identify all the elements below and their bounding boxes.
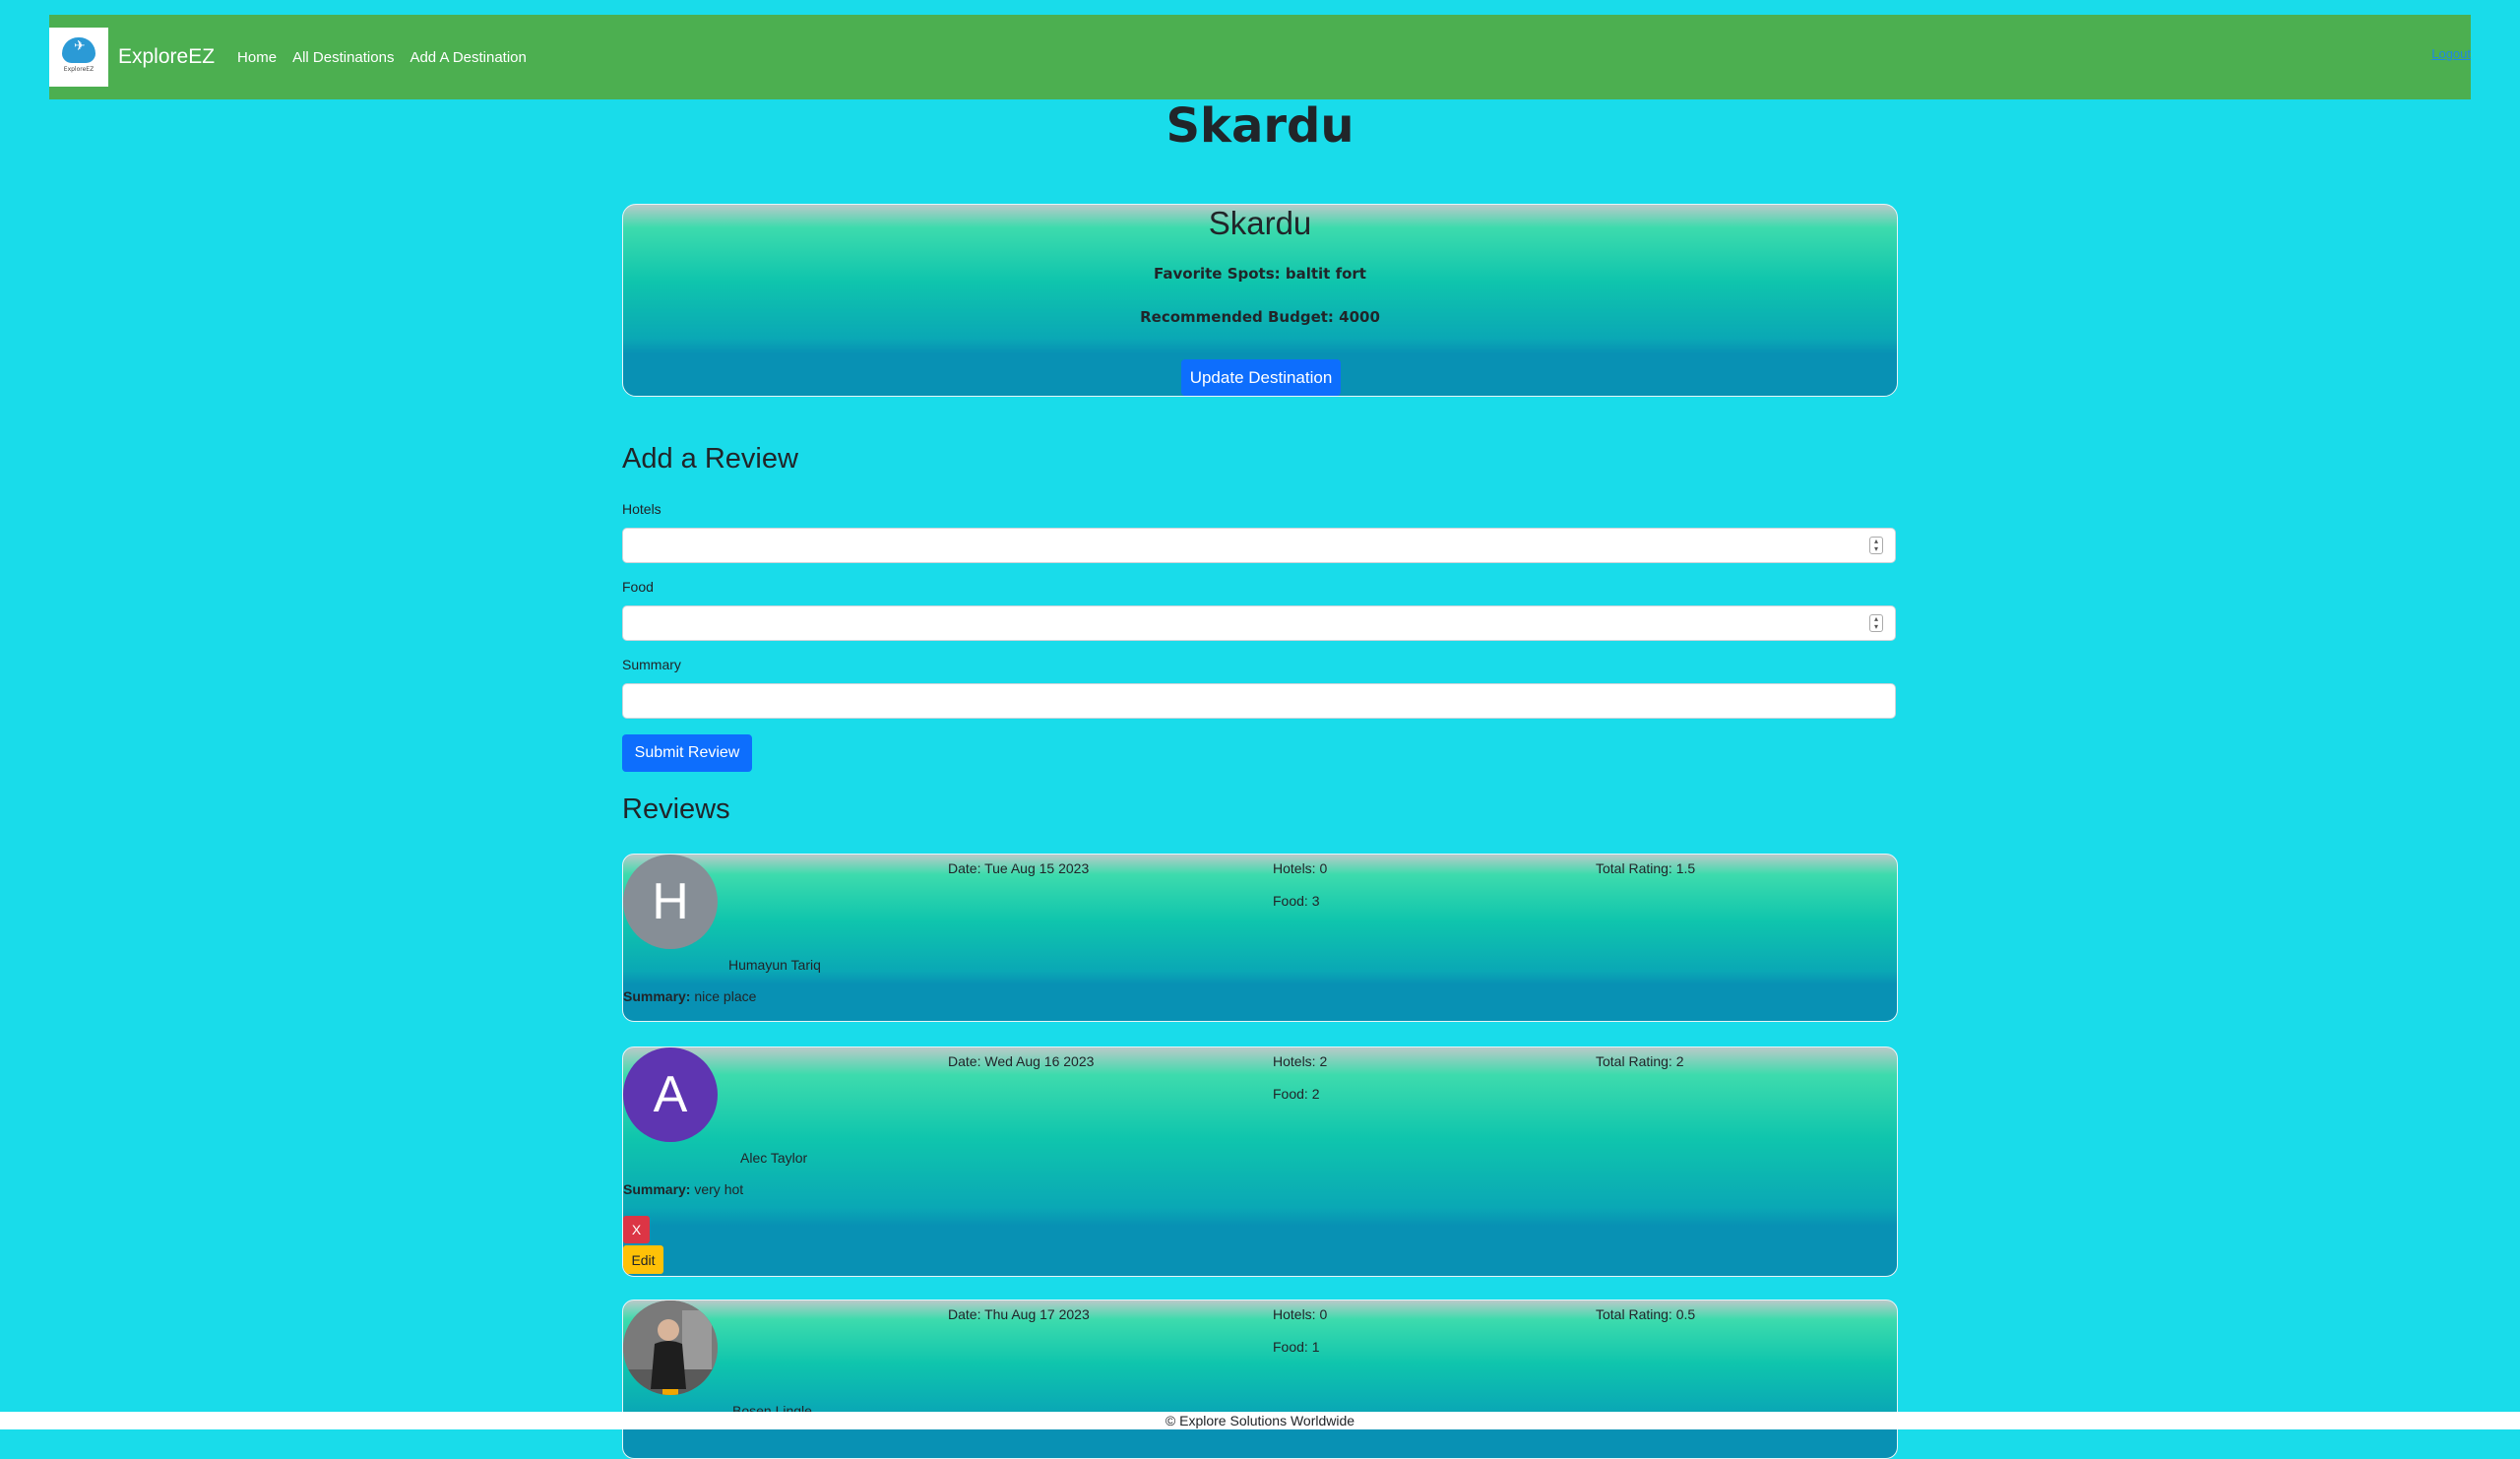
review-card: A Date: Wed Aug 16 2023 Hotels: 2 Food: … — [622, 1047, 1898, 1277]
navbar: ✈ ExploreEZ ExploreEZ Home All Destinati… — [49, 15, 2471, 99]
review-hotels: Hotels: 0 — [1273, 860, 1328, 876]
summary-input[interactable] — [622, 683, 1896, 719]
summary-text: nice place — [690, 988, 757, 1004]
footer: © Explore Solutions Worldwide — [0, 1412, 2520, 1429]
review-total-rating: Total Rating: 0.5 — [1596, 1306, 1696, 1322]
review-card: H Date: Tue Aug 15 2023 Hotels: 0 Food: … — [622, 854, 1898, 1022]
page-title: Skardu — [1166, 98, 1354, 154]
food-label: Food — [622, 579, 654, 595]
brand-logo[interactable]: ✈ ExploreEZ — [49, 28, 108, 87]
nav-link-home[interactable]: Home — [237, 49, 277, 66]
plane-icon: ✈ — [62, 37, 95, 63]
review-food: Food: 3 — [1273, 893, 1320, 909]
review-total-rating: Total Rating: 2 — [1596, 1053, 1684, 1069]
review-summary: Summary: very hot — [623, 1181, 743, 1197]
review-date: Date: Tue Aug 15 2023 — [948, 860, 1090, 876]
update-destination-button[interactable]: Update Destination — [1181, 359, 1341, 396]
logo-text: ExploreEZ — [63, 66, 94, 73]
review-card: Date: Thu Aug 17 2023 Hotels: 0 Food: 1 … — [622, 1300, 1898, 1459]
review-summary: Summary: nice place — [623, 988, 756, 1004]
food-input[interactable]: ▴ ▾ — [622, 605, 1896, 641]
avatar: H — [623, 855, 718, 949]
nav-link-add-destination[interactable]: Add A Destination — [410, 49, 526, 66]
hotels-label: Hotels — [622, 501, 662, 517]
summary-label: Summary: — [623, 988, 691, 1004]
submit-review-button[interactable]: Submit Review — [622, 734, 752, 772]
review-user-name: Alec Taylor — [740, 1150, 808, 1166]
favorite-spots: Favorite Spots: baltit fort — [1154, 265, 1366, 283]
destination-name: Skardu — [1208, 205, 1312, 241]
summary-label: Summary — [622, 657, 681, 672]
summary-text: very hot — [690, 1181, 744, 1197]
review-user-name: Humayun Tariq — [728, 957, 821, 973]
nav-link-all-destinations[interactable]: All Destinations — [292, 49, 394, 66]
review-food: Food: 1 — [1273, 1339, 1320, 1355]
reviews-title: Reviews — [622, 793, 730, 825]
review-date: Date: Thu Aug 17 2023 — [948, 1306, 1090, 1322]
avatar: A — [623, 1047, 718, 1142]
logout-link[interactable]: Logout — [2431, 46, 2471, 61]
review-hotels: Hotels: 0 — [1273, 1306, 1328, 1322]
review-food: Food: 2 — [1273, 1086, 1320, 1102]
brand-name[interactable]: ExploreEZ — [118, 45, 215, 69]
hotels-input[interactable]: ▴ ▾ — [622, 528, 1896, 563]
review-hotels: Hotels: 2 — [1273, 1053, 1328, 1069]
summary-label: Summary: — [623, 1181, 691, 1197]
recommended-budget: Recommended Budget: 4000 — [1140, 308, 1380, 326]
edit-review-button[interactable]: Edit — [623, 1245, 663, 1274]
number-stepper-icon[interactable]: ▴ ▾ — [1869, 614, 1883, 632]
delete-review-button[interactable]: X — [623, 1216, 650, 1243]
number-stepper-icon[interactable]: ▴ ▾ — [1869, 537, 1883, 554]
review-date: Date: Wed Aug 16 2023 — [948, 1053, 1095, 1069]
avatar-photo — [623, 1300, 718, 1395]
add-review-title: Add a Review — [622, 443, 798, 475]
destination-card: Skardu Favorite Spots: baltit fort Recom… — [622, 204, 1898, 397]
review-total-rating: Total Rating: 1.5 — [1596, 860, 1696, 876]
person-photo-icon — [623, 1300, 718, 1395]
